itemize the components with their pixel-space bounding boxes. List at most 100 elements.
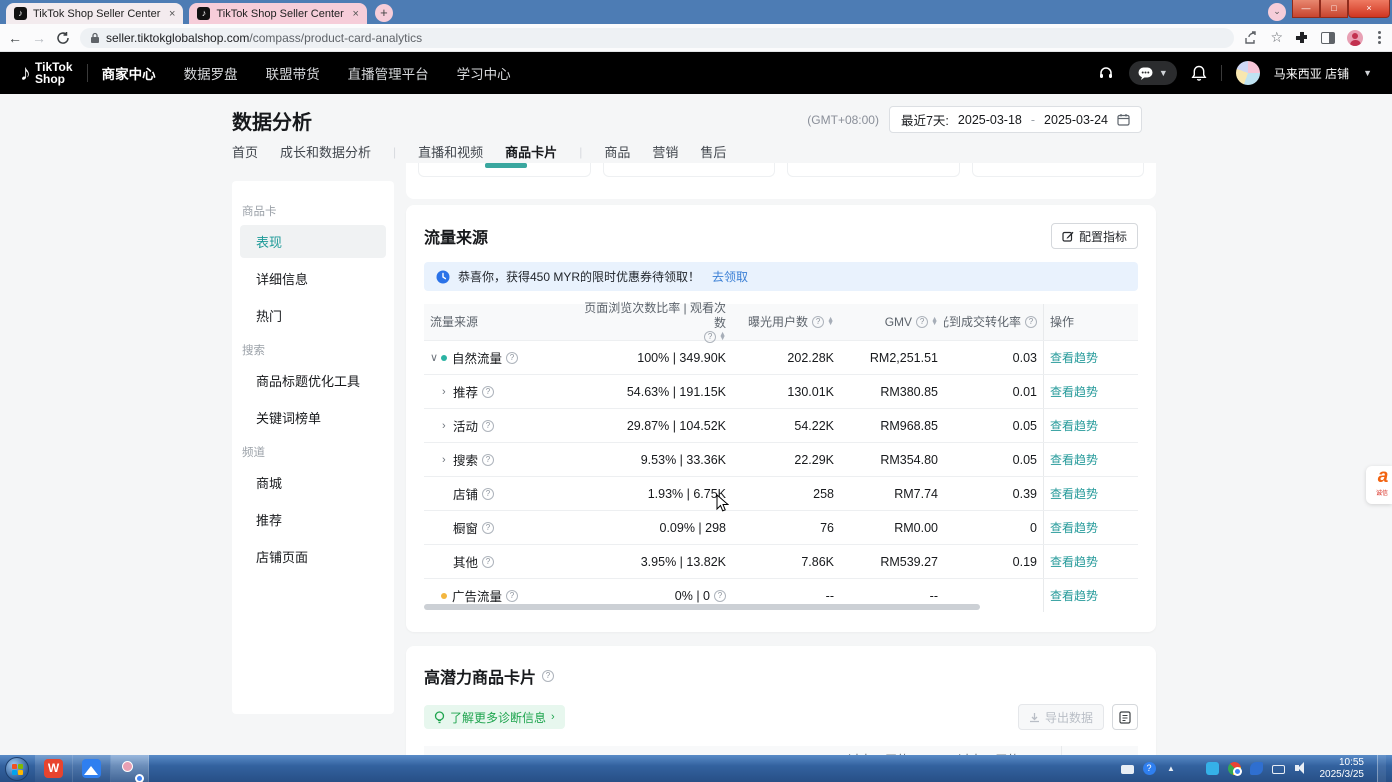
browser-profile-avatar[interactable]	[1347, 30, 1363, 46]
bookmark-star-icon[interactable]: ☆	[1270, 29, 1283, 46]
sidebar-item-0-1[interactable]: 详细信息	[240, 262, 386, 295]
traffic-row-2: ›推荐54.63% | 191.15K130.01KRM380.850.01查看…	[424, 374, 1138, 408]
floating-promo-widget[interactable]: a 诚信	[1366, 466, 1392, 504]
shop-name[interactable]: 马来西亚 店铺	[1274, 65, 1349, 82]
horizontal-scrollbar[interactable]	[424, 604, 980, 610]
headset-icon[interactable]	[1097, 64, 1115, 82]
browser-menu-icon[interactable]	[1378, 36, 1381, 39]
traffic-row-ratio: 0% | 0	[574, 589, 732, 603]
help-icon[interactable]	[506, 352, 518, 364]
tab-title: TikTok Shop Seller Center | Cr	[216, 8, 346, 20]
view-trend-link[interactable]: 查看趋势	[1050, 451, 1098, 468]
tab-search-chevron-icon[interactable]: ⌄	[1268, 3, 1286, 21]
chrome-tray-icon[interactable]	[1228, 762, 1241, 775]
help-icon[interactable]	[1025, 316, 1037, 328]
extensions-puzzle-icon[interactable]	[1295, 31, 1309, 45]
view-trend-link[interactable]: 查看趋势	[1050, 383, 1098, 400]
analytics-tab-2[interactable]: 成长和数据分析	[280, 142, 371, 168]
main-area: 流量来源 配置指标 恭喜你，获得450 MYR的限时优惠券待领取！ 去领取 流量…	[406, 94, 1156, 755]
view-trend-link[interactable]: 查看趋势	[1050, 485, 1098, 502]
expand-icon[interactable]: ›	[442, 420, 453, 432]
appnav-item-2[interactable]: 数据罗盘	[184, 63, 238, 83]
chat-bubble-icon	[1138, 67, 1153, 80]
tab-close-icon[interactable]: ×	[352, 8, 358, 20]
configure-metrics-button[interactable]: 配置指标	[1051, 223, 1138, 249]
sidebar-item-2-2[interactable]: 店铺页面	[240, 540, 386, 573]
claim-coupon-link[interactable]: 去领取	[712, 268, 748, 285]
close-button[interactable]: ×	[1348, 0, 1390, 18]
sidebar-item-1-0[interactable]: 商品标题优化工具	[240, 364, 386, 397]
appnav-item-3[interactable]: 联盟带货	[266, 63, 320, 83]
help-icon[interactable]	[704, 331, 716, 343]
sort-icon[interactable]: ▲▼	[827, 318, 834, 326]
appnav-item-4[interactable]: 直播管理平台	[348, 63, 429, 83]
view-trend-link[interactable]: 查看趋势	[1050, 553, 1098, 570]
tab-close-icon[interactable]: ×	[169, 8, 175, 20]
sort-icon[interactable]: ▲▼	[719, 333, 726, 341]
expand-icon[interactable]: ›	[442, 386, 453, 398]
forward-icon[interactable]: →	[32, 30, 46, 46]
help-icon[interactable]	[482, 522, 494, 534]
messenger-tray-icon[interactable]	[1206, 762, 1219, 775]
export-data-button[interactable]: 导出数据	[1018, 704, 1104, 730]
taskbar-chrome-button[interactable]	[111, 755, 149, 782]
help-icon[interactable]	[482, 420, 494, 432]
view-trend-link[interactable]: 查看趋势	[1050, 417, 1098, 434]
view-trend-link[interactable]: 查看趋势	[1050, 519, 1098, 536]
minimize-button[interactable]: —	[1292, 0, 1320, 18]
sidebar-item-1-1[interactable]: 关键词榜单	[240, 401, 386, 434]
tiktok-logo-text[interactable]: TikTokShop	[35, 61, 73, 85]
help-icon[interactable]	[482, 386, 494, 398]
report-list-button[interactable]	[1112, 704, 1138, 730]
view-trend-link[interactable]: 查看趋势	[1050, 349, 1098, 366]
volume-icon[interactable]	[1294, 762, 1307, 775]
clock-time: 10:55	[1320, 757, 1365, 769]
bell-icon[interactable]	[1191, 65, 1207, 82]
browser-tab-2[interactable]: ♪TikTok Shop Seller Center | Cr×	[189, 3, 366, 24]
diagnosis-link-pill[interactable]: 了解更多诊断信息 ›	[424, 705, 565, 729]
help-icon[interactable]	[482, 488, 494, 500]
sidebar-item-0-2[interactable]: 热门	[240, 299, 386, 332]
show-hidden-icons[interactable]: ▲	[1165, 762, 1178, 775]
appnav-item-5[interactable]: 学习中心	[457, 63, 511, 83]
shop-avatar[interactable]	[1236, 61, 1260, 85]
reload-icon[interactable]	[56, 31, 70, 45]
side-panel-icon[interactable]	[1321, 32, 1335, 44]
expand-icon[interactable]: ›	[442, 454, 453, 466]
url-bar[interactable]: seller.tiktokglobalshop.com/compass/prod…	[80, 28, 1234, 48]
help-icon[interactable]	[812, 316, 824, 328]
help-icon[interactable]	[916, 316, 928, 328]
collapse-icon[interactable]: ∨	[430, 351, 441, 364]
taskbar-clock[interactable]: 10:55 2025/3/25	[1316, 757, 1369, 781]
show-desktop-button[interactable]	[1377, 755, 1386, 782]
help-icon[interactable]	[482, 454, 494, 466]
taskbar-wps-button[interactable]: W	[35, 755, 73, 782]
share-icon[interactable]	[1244, 31, 1258, 45]
help-tray-icon[interactable]: ?	[1143, 762, 1156, 775]
chevron-down-icon[interactable]: ▼	[1363, 68, 1372, 78]
help-icon[interactable]	[542, 670, 554, 682]
new-tab-button[interactable]: +	[375, 4, 393, 22]
taskbar-app-button[interactable]	[73, 755, 111, 782]
sidebar-item-2-0[interactable]: 商城	[240, 466, 386, 499]
appnav-item-1[interactable]: 商家中心	[102, 63, 156, 83]
analytics-tab-1[interactable]: 首页	[232, 142, 258, 168]
browser-tab-1[interactable]: ♪TikTok Shop Seller Center | Cr×	[6, 3, 183, 24]
traffic-row-cvr: 0.03	[944, 351, 1043, 365]
maximize-button[interactable]: □	[1320, 0, 1348, 18]
view-trend-link[interactable]: 查看趋势	[1050, 587, 1098, 604]
message-center-pill[interactable]: ▼	[1129, 61, 1177, 85]
help-icon[interactable]	[482, 556, 494, 568]
start-button[interactable]	[5, 757, 29, 781]
traffic-row-action: 查看趋势	[1043, 409, 1138, 442]
help-icon[interactable]	[714, 590, 726, 602]
app-tray-icon[interactable]	[1250, 762, 1263, 775]
back-icon[interactable]: ←	[8, 30, 22, 46]
sort-icon[interactable]: ▲▼	[931, 318, 938, 326]
sidebar-item-2-1[interactable]: 推荐	[240, 503, 386, 536]
input-method-icon[interactable]	[1121, 765, 1134, 774]
network-icon[interactable]	[1272, 765, 1285, 774]
sidebar-item-0-0[interactable]: 表现	[240, 225, 386, 258]
traffic-row-cvr: 0	[944, 521, 1043, 535]
help-icon[interactable]	[506, 590, 518, 602]
